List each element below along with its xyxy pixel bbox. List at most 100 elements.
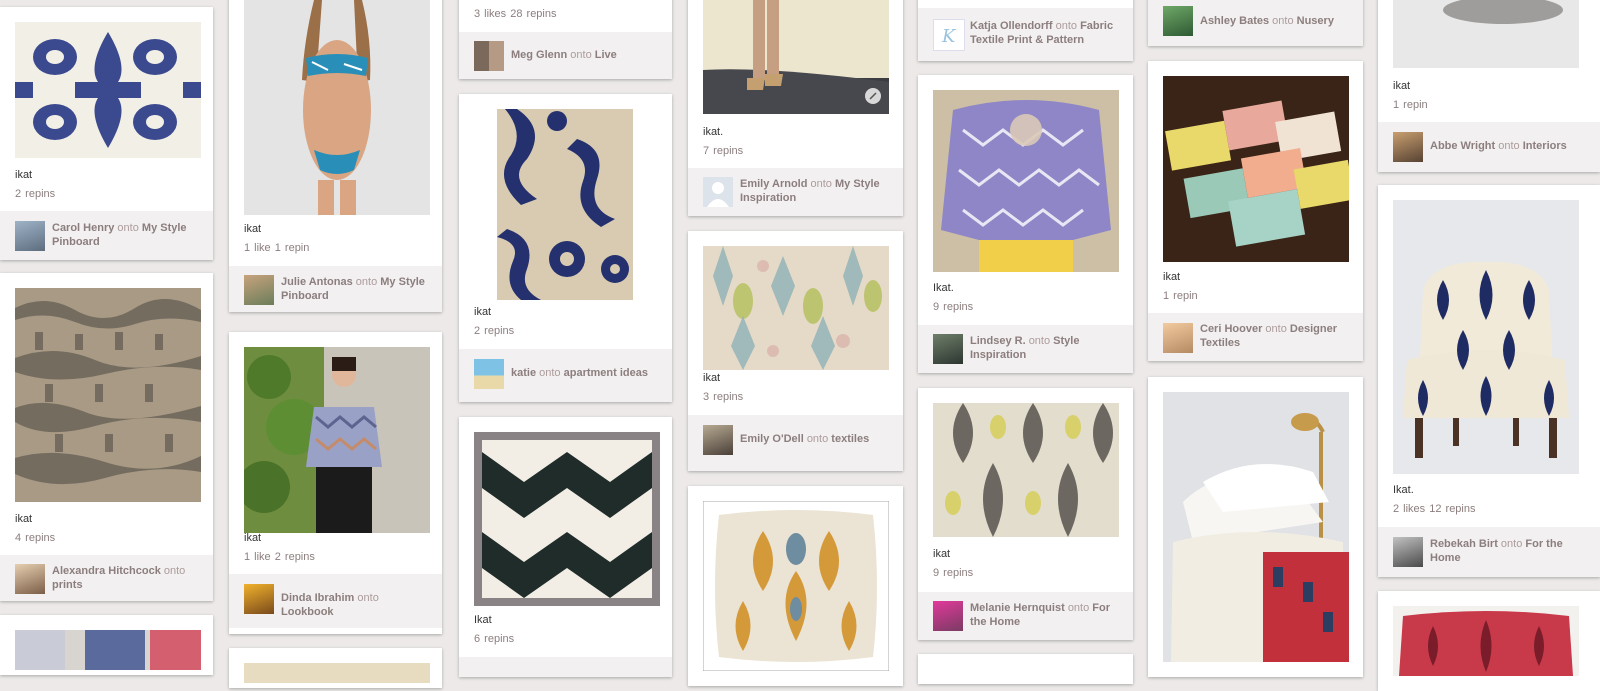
pin-attribution: Ceri Hoover onto Designer Textiles — [1148, 313, 1363, 361]
avatar[interactable] — [1393, 537, 1423, 567]
pin-stats: 1 repin — [1393, 99, 1428, 111]
pin-stats: 9 repins — [933, 567, 974, 579]
pin-image-ikat-chevron[interactable] — [474, 432, 660, 606]
board-link[interactable]: Lookbook — [281, 606, 334, 618]
avatar[interactable] — [703, 177, 733, 207]
pin-attribution: Abbe Wright onto Interiors — [1378, 122, 1600, 172]
pin-image-ikat-chair[interactable] — [1393, 200, 1579, 474]
pin-card[interactable]: Ikat. 9 repins Lindsey R. onto Style Ins… — [918, 75, 1133, 373]
avatar[interactable] — [1393, 132, 1423, 162]
pin-description: ikat — [703, 372, 721, 384]
pinner-link[interactable]: Rebekah Birt — [1430, 538, 1498, 550]
avatar[interactable] — [1163, 323, 1193, 353]
pin-image-ikat-pastel[interactable] — [703, 246, 889, 370]
pin-image-ikat-grey-yellow[interactable] — [933, 403, 1119, 537]
pin-card[interactable]: ikat 1 repin Abbe Wright onto Interiors — [1378, 0, 1600, 172]
pin-card[interactable] — [688, 486, 903, 686]
avatar[interactable] — [244, 275, 274, 305]
board-link[interactable]: prints — [52, 579, 83, 591]
avatar[interactable] — [15, 564, 45, 594]
avatar[interactable] — [933, 601, 963, 631]
pinner-link[interactable]: Lindsey R. — [970, 335, 1026, 347]
avatar[interactable] — [474, 359, 504, 389]
pin-card[interactable]: Ikat. 2 likes 12 repins Rebekah Birt ont… — [1378, 185, 1600, 577]
pin-image-ikat-outfit[interactable] — [703, 0, 889, 114]
pin-card[interactable] — [918, 654, 1133, 684]
pin-card[interactable] — [1378, 591, 1600, 691]
pinner-link[interactable]: Katja Ollendorff — [970, 20, 1053, 32]
pinner-link[interactable]: Alexandra Hitchcock — [52, 565, 161, 577]
pin-description: ikat — [15, 169, 33, 181]
pin-card[interactable]: ikat 2 repins Carol Henry onto My Style … — [0, 7, 213, 260]
attribution-text: Emily O'Dell onto textiles — [740, 433, 870, 445]
board-link[interactable]: textiles — [831, 433, 869, 445]
pin-card[interactable]: K Katja Ollendorff onto Fabric Textile P… — [918, 0, 1133, 61]
pin-image[interactable] — [244, 663, 430, 683]
pin-image-ikat-pillow[interactable] — [15, 22, 201, 158]
pin-card[interactable]: ikat. 7 repins Emily Arnold onto My Styl… — [688, 0, 903, 216]
pin-attribution: K Katja Ollendorff onto Fabric Textile P… — [918, 8, 1133, 61]
attribution-text: Carol Henry onto My Style Pinboard — [52, 222, 187, 248]
pinner-link[interactable]: katie — [511, 367, 536, 379]
pin-image-ikat-bikini[interactable] — [244, 0, 430, 215]
pin-attribution: Emily Arnold onto My Style Inspiration — [688, 168, 903, 216]
pin-attribution: Dinda Ibrahim onto Lookbook — [229, 574, 442, 628]
avatar[interactable] — [474, 41, 504, 71]
pin-description: ikat — [1393, 80, 1411, 92]
pinner-link[interactable]: Ceri Hoover — [1200, 323, 1262, 335]
pin-card[interactable] — [229, 648, 442, 688]
pin-card[interactable]: ikat 2 repins katie onto apartment ideas — [459, 94, 672, 402]
pin-attribution: Lindsey R. onto Style Inspiration — [918, 325, 1133, 373]
avatar[interactable] — [244, 584, 274, 614]
attribution-text: Meg Glenn onto Live — [511, 49, 617, 61]
pinner-link[interactable]: Meg Glenn — [511, 49, 567, 61]
pinner-link[interactable]: Ashley Bates — [1200, 15, 1269, 27]
board-link[interactable]: Nusery — [1297, 15, 1334, 27]
pin-card[interactable]: Ashley Bates onto Nusery — [1148, 0, 1363, 46]
pin-attribution: Emily O'Dell onto textiles — [688, 415, 903, 471]
pin-image-ikat-shirt[interactable] — [933, 90, 1119, 272]
pinner-link[interactable]: Abbe Wright — [1430, 140, 1495, 152]
pin-card[interactable]: ikat 1 repin Ceri Hoover onto Designer T… — [1148, 61, 1363, 361]
pinner-link[interactable]: Melanie Hernquist — [970, 602, 1065, 614]
pin-card[interactable]: ikat 1 like 1 repin Julie Antonas onto M… — [229, 0, 442, 312]
pinner-link[interactable]: Julie Antonas — [281, 276, 353, 288]
pin-attribution: katie onto apartment ideas — [459, 349, 672, 402]
pin-card[interactable] — [1148, 377, 1363, 677]
pin-description: ikat — [474, 306, 492, 318]
pinner-link[interactable]: Emily O'Dell — [740, 433, 804, 445]
avatar[interactable] — [933, 334, 963, 364]
board-link[interactable]: Interiors — [1523, 140, 1567, 152]
pin-image-ikat-top[interactable] — [244, 347, 430, 533]
pin-stats: 1 repin — [1163, 290, 1198, 302]
pin-image-ikat-red-pillow[interactable] — [1393, 606, 1579, 676]
pin-card[interactable]: ikat 1 like 2 repins Dinda Ibrahim onto … — [229, 332, 442, 634]
avatar[interactable]: K — [933, 19, 965, 51]
pin-card[interactable]: ikat 9 repins Melanie Hernquist onto For… — [918, 388, 1133, 640]
attribution-text: Katja Ollendorff onto Fabric Textile Pri… — [970, 20, 1114, 46]
pin-card[interactable]: Ikat 6 repins — [459, 417, 672, 677]
avatar[interactable] — [703, 425, 733, 455]
pin-image-ikat-fabric-navy[interactable] — [497, 109, 633, 300]
pin-image[interactable] — [15, 630, 201, 670]
board-link[interactable]: apartment ideas — [564, 367, 648, 379]
attribution-text: Dinda Ibrahim onto Lookbook — [281, 592, 379, 618]
avatar[interactable] — [1163, 6, 1193, 36]
pin-image-ikat-mustard-pillow[interactable] — [703, 501, 889, 671]
pinner-link[interactable]: Dinda Ibrahim — [281, 592, 354, 604]
pin-image-ikat-business-cards[interactable] — [1163, 76, 1349, 262]
pin-image[interactable] — [1393, 0, 1579, 68]
pin-stats: 3 likes 28 repins — [474, 8, 557, 20]
pinner-link[interactable]: Carol Henry — [52, 222, 114, 234]
pin-card[interactable] — [0, 615, 213, 675]
pin-image-ikat-bedding[interactable] — [1163, 392, 1349, 662]
pin-stats: 6 repins — [474, 633, 515, 645]
board-link[interactable]: Live — [595, 49, 617, 61]
pinner-link[interactable]: Emily Arnold — [740, 178, 807, 190]
pin-card[interactable]: ikat 4 repins Alexandra Hitchcock onto p… — [0, 273, 213, 601]
avatar[interactable] — [15, 221, 45, 251]
pin-image-ikat-rug[interactable] — [15, 288, 201, 502]
pin-card[interactable]: ikat 3 repins Emily O'Dell onto textiles — [688, 231, 903, 471]
pin-card[interactable]: 3 likes 28 repins Meg Glenn onto Live — [459, 0, 672, 79]
pin-attribution: Meg Glenn onto Live — [459, 32, 672, 79]
